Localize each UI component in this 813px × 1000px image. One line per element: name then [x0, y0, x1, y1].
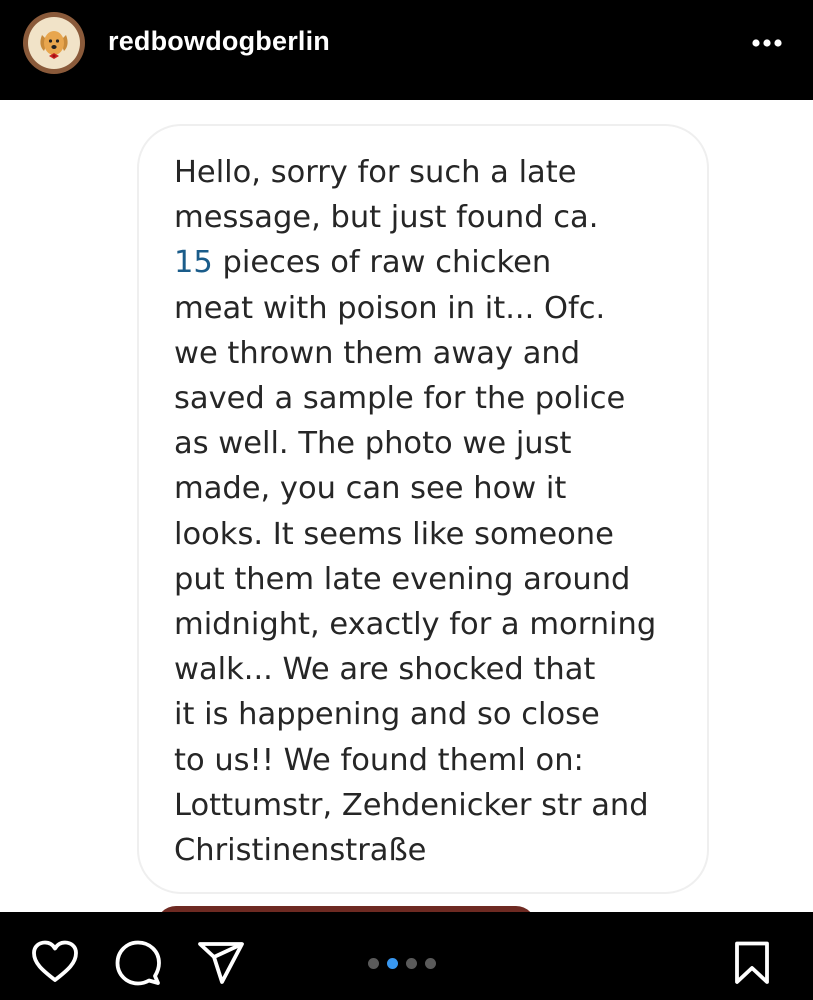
message-line: Lottumstr, Zehdenicker str and [174, 787, 649, 823]
story-content: Hello, sorry for such a late message, bu… [0, 100, 813, 912]
message-bubble: Hello, sorry for such a late message, bu… [137, 124, 709, 894]
message-line-rest: pieces of raw chicken [222, 245, 552, 281]
message-line: walk... We are shocked that [174, 652, 596, 688]
message-line: message, but just found ca. [174, 200, 599, 236]
message-line: saved a sample for the police [174, 381, 626, 417]
bookmark-icon[interactable] [732, 940, 772, 986]
carousel-dot-active [387, 957, 398, 969]
message-line: Hello, sorry for such a late [174, 155, 577, 190]
message-line: looks. It seems like someone [174, 516, 614, 552]
message-text: Hello, sorry for such a late message, bu… [174, 150, 694, 873]
dog-logo-icon [23, 12, 85, 74]
message-line: as well. The photo we just [174, 426, 572, 462]
message-line: it is happening and so close [174, 697, 600, 733]
message-line: midnight, exactly for a morning [174, 607, 657, 643]
carousel-dot [368, 957, 379, 969]
message-line: put them late evening around [174, 561, 631, 597]
number-link[interactable]: 15 [174, 245, 213, 280]
message-line: to us!! We found theml on: [174, 742, 584, 778]
message-line: 15 pieces of raw chicken [174, 240, 694, 285]
heart-icon[interactable] [30, 939, 80, 985]
message-line: meat with poison in it... Ofc. [174, 290, 606, 326]
carousel-indicator [368, 956, 436, 970]
more-horizontal-icon[interactable] [748, 30, 788, 56]
share-icon[interactable] [196, 940, 246, 986]
carousel-dot [425, 957, 436, 969]
carousel-dot [406, 957, 417, 969]
comment-icon[interactable] [114, 939, 162, 987]
message-line: we thrown them away and [174, 335, 581, 371]
header-bar: redbowdogberlin [0, 0, 813, 100]
message-line: made, you can see how it [174, 471, 567, 507]
profile-avatar[interactable] [22, 11, 86, 75]
message-line: Christinenstraße [174, 833, 427, 869]
username[interactable]: redbowdogberlin [108, 26, 330, 57]
